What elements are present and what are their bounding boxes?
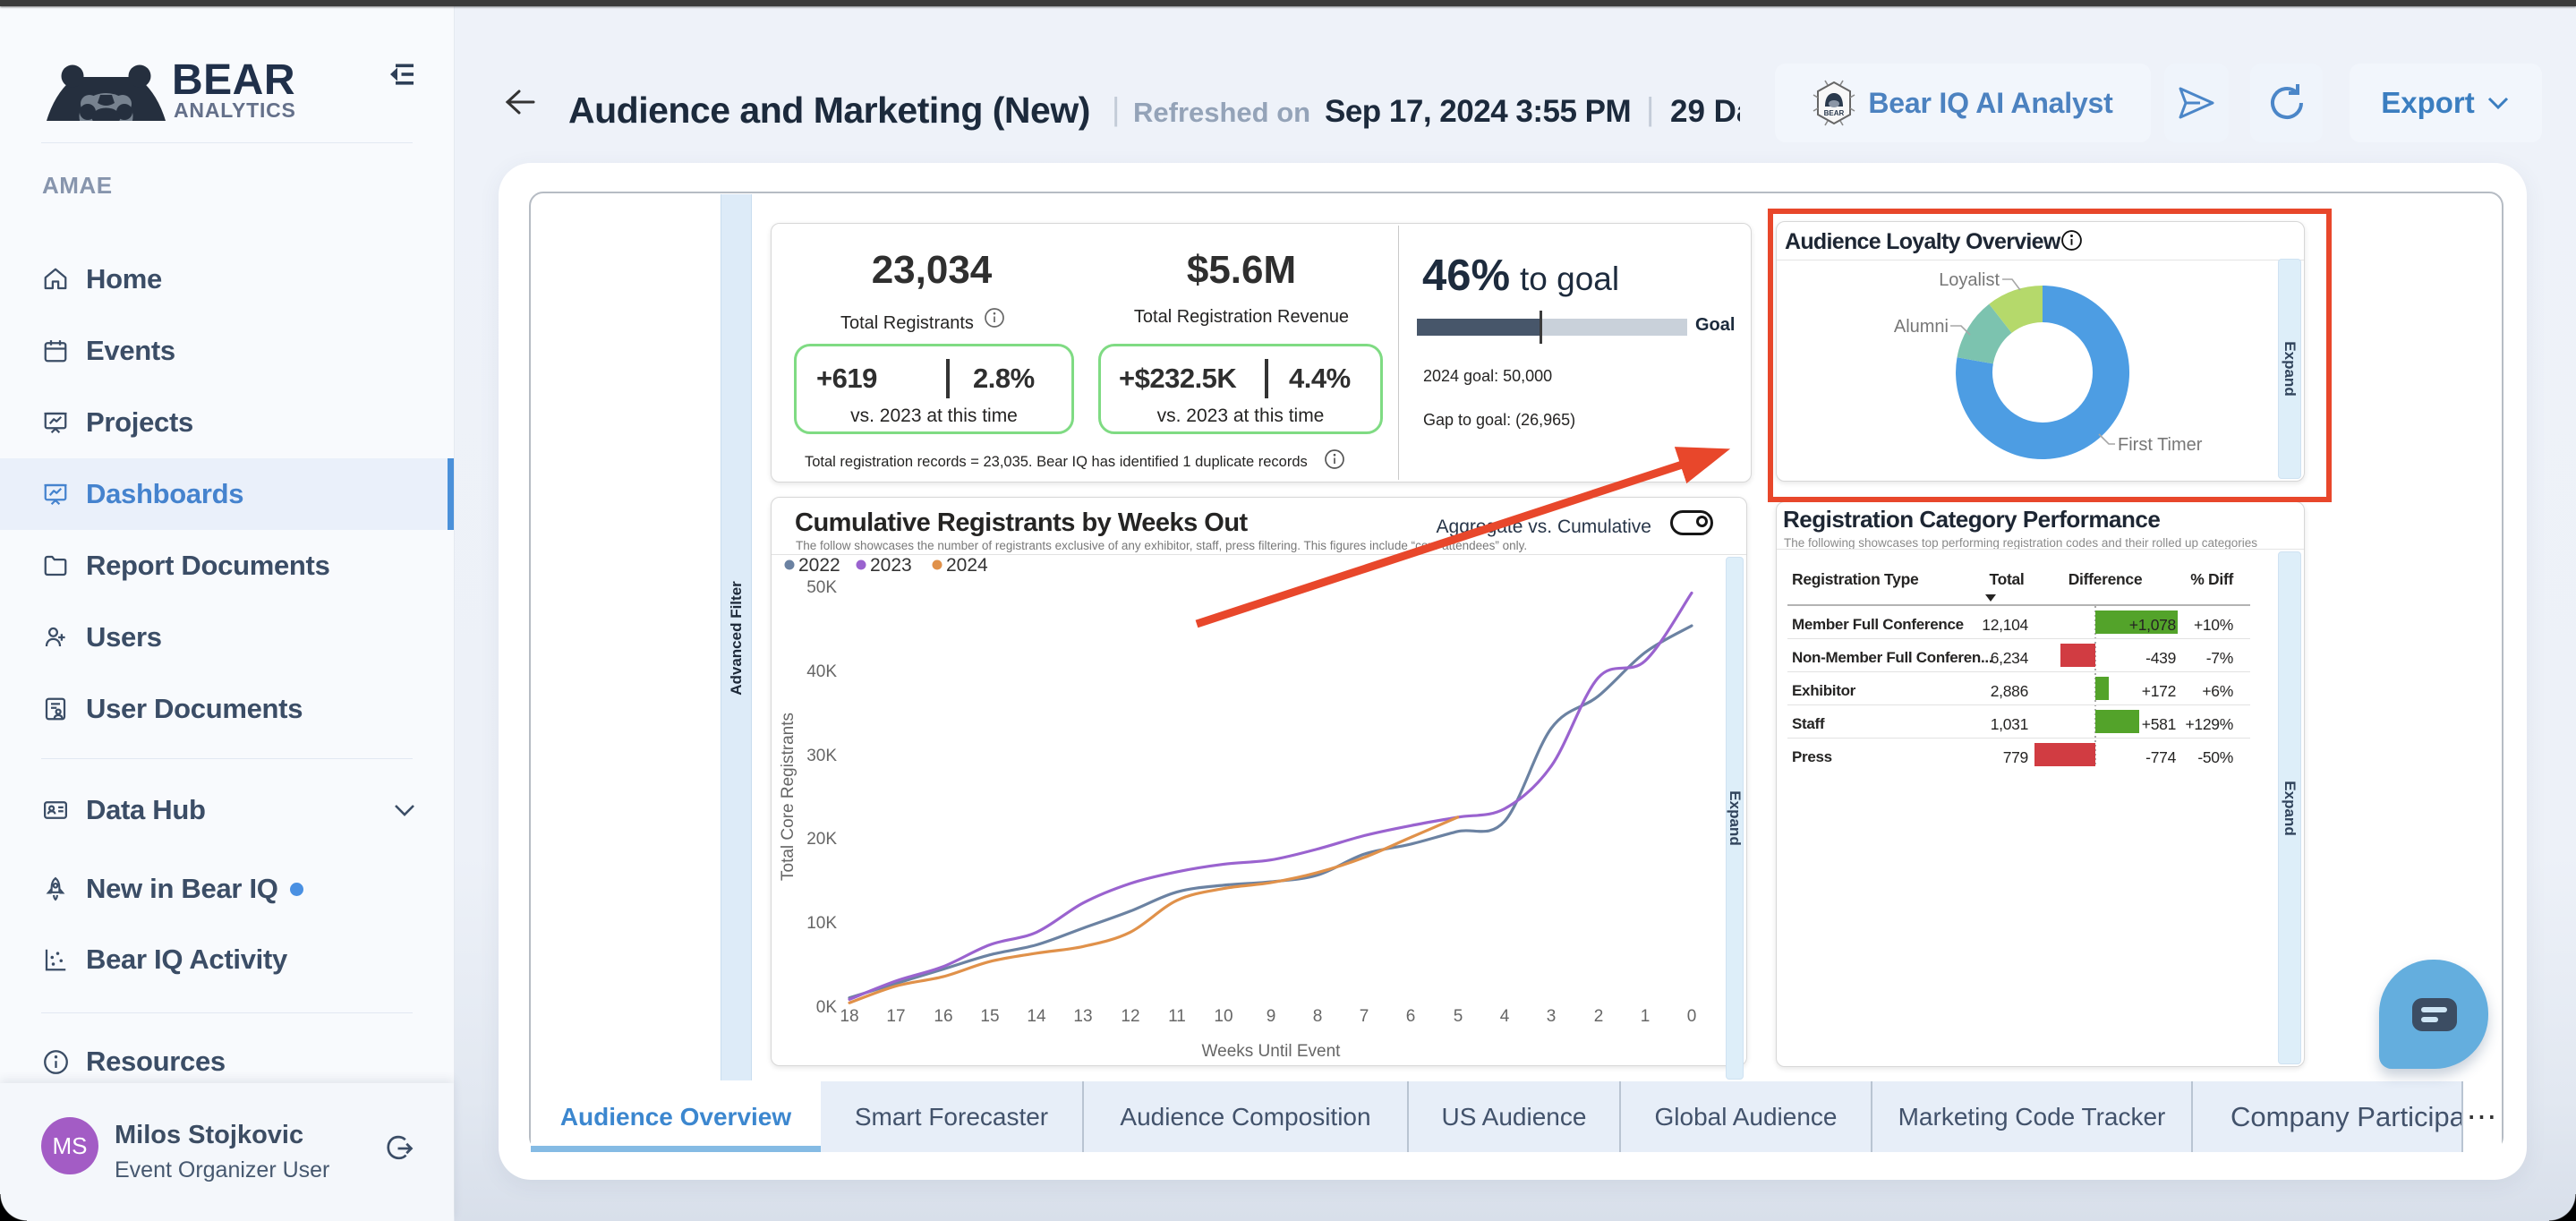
svg-text:30K: 30K — [806, 747, 837, 765]
svg-text:-50%: -50% — [2197, 748, 2233, 766]
svg-text:15: 15 — [980, 1007, 999, 1026]
svg-text:6,234: 6,234 — [1991, 649, 2029, 667]
svg-text:11: 11 — [1168, 1007, 1186, 1026]
svg-text:14: 14 — [1027, 1007, 1046, 1026]
svg-text:9: 9 — [1267, 1007, 1276, 1026]
svg-text:2: 2 — [1594, 1007, 1604, 1026]
svg-text:Member Full Conference: Member Full Conference — [1792, 616, 1964, 633]
svg-text:12: 12 — [1121, 1007, 1139, 1026]
svg-text:20K: 20K — [806, 830, 837, 849]
svg-text:+10%: +10% — [2194, 616, 2233, 634]
svg-text:Registration Type: Registration Type — [1792, 570, 1919, 588]
svg-text:5: 5 — [1454, 1007, 1463, 1026]
svg-text:-7%: -7% — [2206, 649, 2233, 667]
svg-text:10K: 10K — [806, 914, 837, 933]
svg-text:1: 1 — [1641, 1007, 1651, 1026]
svg-text:Weeks Until Event: Weeks Until Event — [1202, 1042, 1342, 1061]
svg-text:% Diff: % Diff — [2190, 570, 2233, 588]
svg-text:Difference: Difference — [2068, 570, 2143, 588]
svg-text:7: 7 — [1360, 1007, 1369, 1026]
svg-text:16: 16 — [934, 1007, 952, 1026]
svg-text:BEAR: BEAR — [1824, 109, 1845, 117]
svg-text:+6%: +6% — [2202, 682, 2233, 700]
svg-text:17: 17 — [886, 1007, 905, 1026]
svg-text:Staff: Staff — [1792, 715, 1825, 732]
svg-text:13: 13 — [1073, 1007, 1092, 1026]
svg-text:2,886: 2,886 — [1991, 682, 2028, 700]
svg-text:12,104: 12,104 — [1982, 616, 2028, 634]
svg-text:2023: 2023 — [870, 555, 912, 576]
svg-text:-439: -439 — [2145, 649, 2176, 667]
svg-text:8: 8 — [1313, 1007, 1323, 1026]
svg-text:Total: Total — [1989, 570, 2024, 588]
svg-text:Total Core Registrants: Total Core Registrants — [779, 713, 798, 881]
svg-text:0: 0 — [1687, 1007, 1697, 1026]
svg-text:18: 18 — [840, 1007, 858, 1026]
svg-text:2022: 2022 — [798, 555, 840, 576]
svg-text:40K: 40K — [806, 662, 837, 681]
svg-text:Exhibitor: Exhibitor — [1792, 682, 1856, 699]
svg-text:6: 6 — [1406, 1007, 1416, 1026]
svg-text:3: 3 — [1547, 1007, 1557, 1026]
svg-text:50K: 50K — [806, 578, 837, 597]
svg-text:2024: 2024 — [946, 555, 988, 576]
svg-text:4: 4 — [1500, 1007, 1510, 1026]
svg-text:10: 10 — [1214, 1007, 1233, 1026]
svg-text:+1,078: +1,078 — [2129, 616, 2176, 634]
svg-text:Non-Member Full Conferen...: Non-Member Full Conferen... — [1792, 649, 1992, 666]
svg-text:0K: 0K — [816, 998, 838, 1017]
svg-text:Press: Press — [1792, 748, 1832, 765]
svg-text:779: 779 — [2003, 748, 2028, 766]
svg-text:-774: -774 — [2145, 748, 2176, 766]
svg-text:1,031: 1,031 — [1991, 715, 2028, 733]
svg-text:+172: +172 — [2142, 682, 2176, 700]
svg-text:+581: +581 — [2142, 715, 2176, 733]
svg-text:+129%: +129% — [2186, 715, 2233, 733]
